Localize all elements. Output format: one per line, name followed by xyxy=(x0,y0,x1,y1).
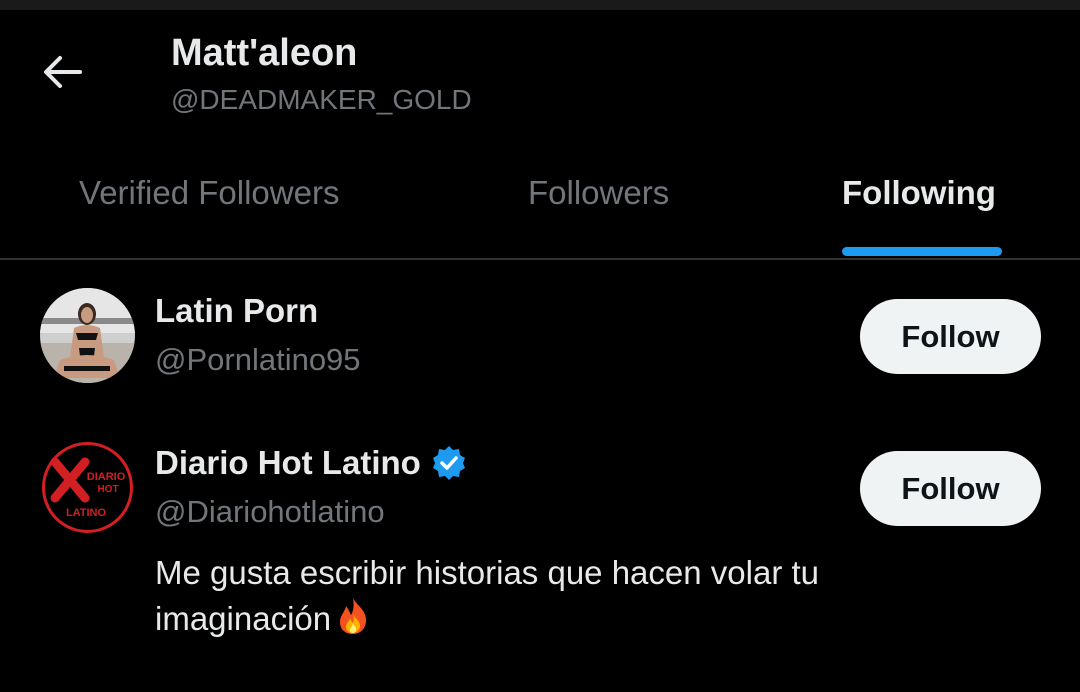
logo-text-diario: DIARIO xyxy=(87,471,126,483)
logo-text-hot: HOT xyxy=(97,484,118,495)
tab-bar: Verified Followers Followers Following xyxy=(0,160,1080,260)
tab-verified-followers[interactable]: Verified Followers xyxy=(79,174,339,212)
tab-followers[interactable]: Followers xyxy=(528,174,669,212)
follow-button[interactable]: Follow xyxy=(860,451,1041,526)
user-bio: Me gusta escribir historias que hacen vo… xyxy=(155,550,935,648)
fire-icon xyxy=(333,596,373,648)
user-name[interactable]: Diario Hot Latino xyxy=(155,444,467,482)
active-tab-indicator xyxy=(842,247,1002,256)
list-item[interactable]: Latin Porn @Pornlatino95 Follow xyxy=(0,286,1080,416)
user-handle: @Diariohotlatino xyxy=(155,494,385,529)
avatar[interactable]: DIARIO HOT LATINO xyxy=(40,440,135,535)
back-button[interactable] xyxy=(40,52,84,92)
arrow-left-icon xyxy=(44,56,82,88)
verified-badge-icon xyxy=(431,445,467,481)
avatar[interactable] xyxy=(40,288,135,383)
profile-handle: @DEADMAKER_GOLD xyxy=(171,84,472,115)
user-name[interactable]: Latin Porn xyxy=(155,292,318,330)
follow-button[interactable]: Follow xyxy=(860,299,1041,374)
profile-header: Matt'aleon @DEADMAKER_GOLD xyxy=(0,10,1080,138)
tab-following[interactable]: Following xyxy=(842,174,996,212)
profile-name: Matt'aleon xyxy=(171,32,358,74)
list-item[interactable]: DIARIO HOT LATINO Diario Hot Latino @Dia… xyxy=(0,438,1080,668)
user-handle: @Pornlatino95 xyxy=(155,342,361,377)
status-bar xyxy=(0,0,1080,10)
logo-text-latino: LATINO xyxy=(66,507,107,519)
